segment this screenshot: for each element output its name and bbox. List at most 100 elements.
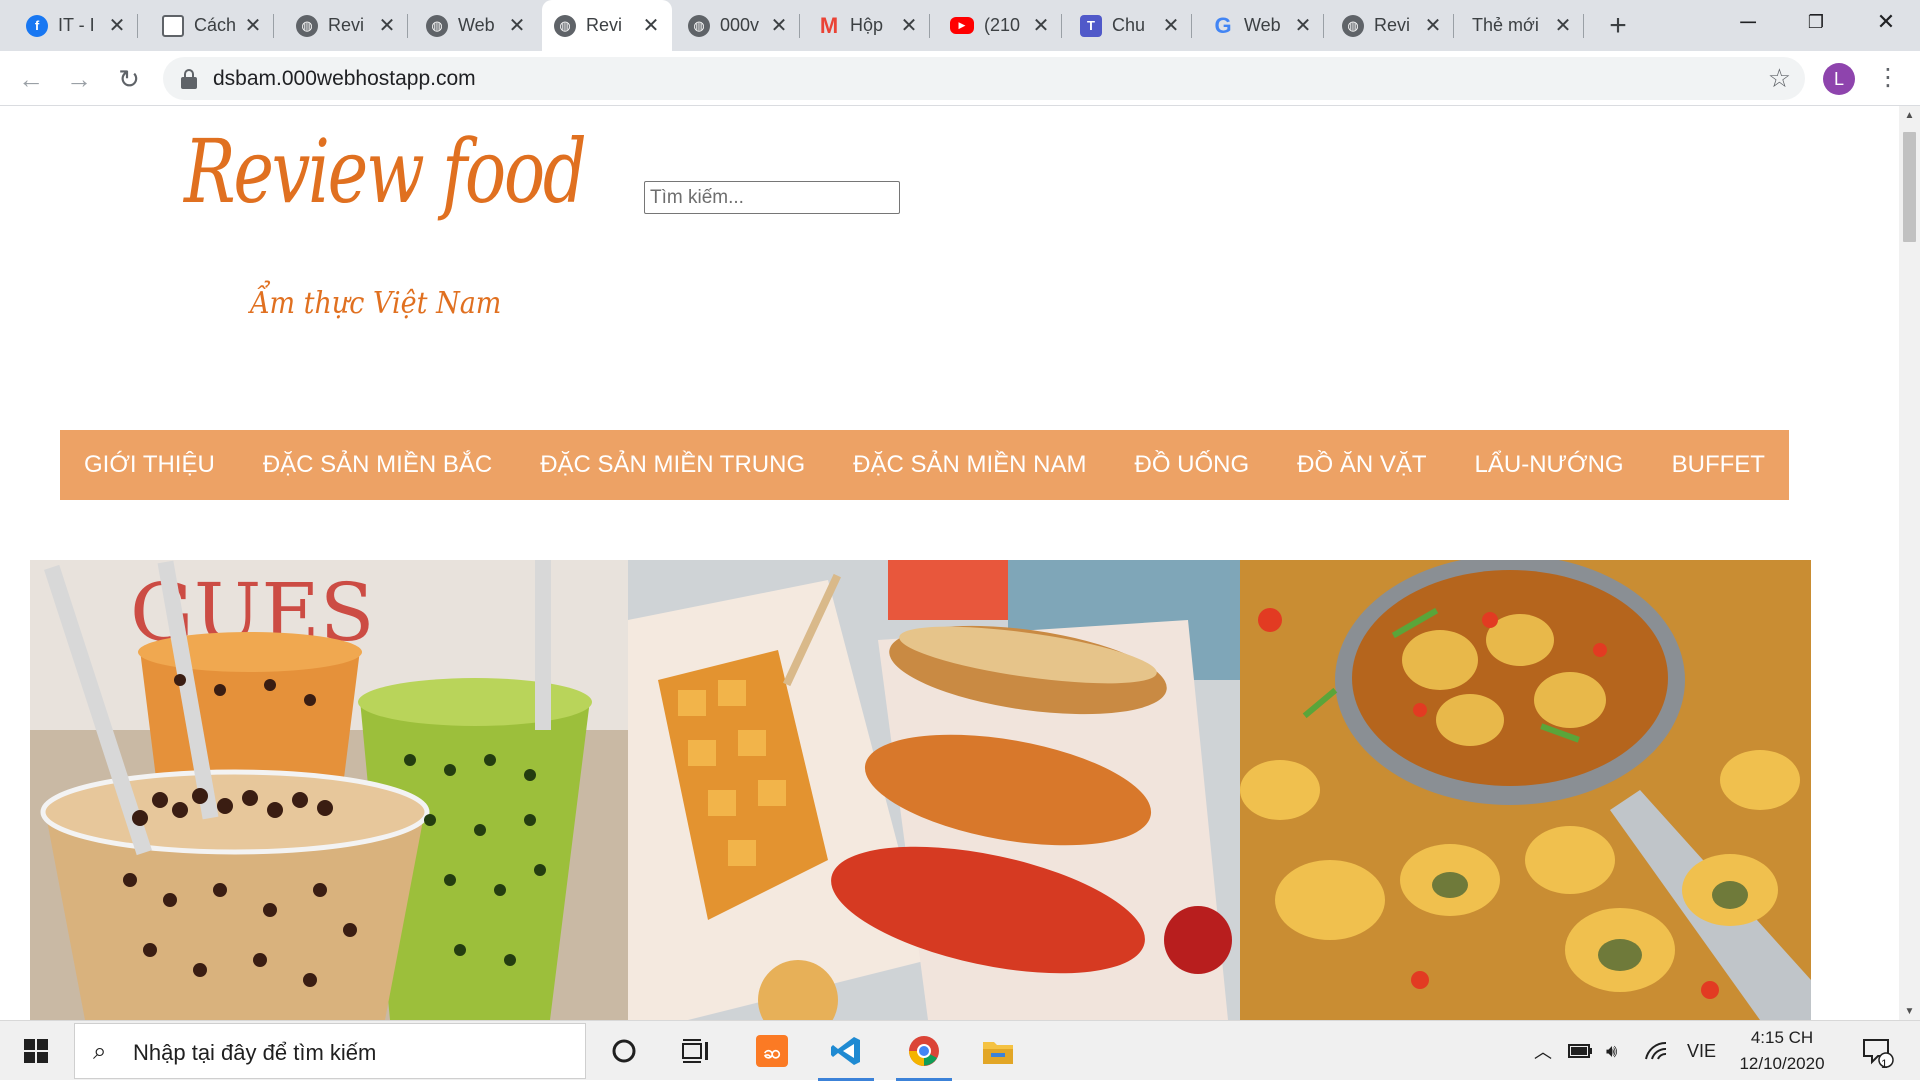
globe-icon: ◍ <box>1342 14 1364 37</box>
taskbar-search-box[interactable]: ⌕ Nhập tại đây để tìm kiếm <box>74 1023 586 1079</box>
close-icon[interactable]: ✕ <box>506 15 528 37</box>
minimize-button[interactable]: ─ <box>1720 0 1776 44</box>
tab-separator <box>1191 14 1192 38</box>
scroll-up-arrow-icon[interactable]: ▲ <box>1899 106 1920 124</box>
site-logo[interactable]: Review food <box>184 120 587 240</box>
tab-gmail[interactable]: M Hộp ✕ <box>806 0 930 51</box>
youtube-icon: ▶ <box>950 17 974 34</box>
xampp-icon[interactable]: ဆ <box>740 1027 804 1075</box>
bubble-tea-image: GUES <box>30 560 628 1020</box>
tab-separator <box>1323 14 1324 38</box>
battery-icon[interactable] <box>1568 1021 1592 1081</box>
task-view-icon[interactable] <box>664 1027 728 1075</box>
windows-start-button[interactable] <box>0 1021 72 1081</box>
close-icon[interactable]: ✕ <box>242 15 264 37</box>
globe-icon: ◍ <box>296 14 318 37</box>
browser-toolbar: ← → ↻ dsbam.000webhostapp.com ☆ L ⋮ <box>0 51 1920 106</box>
tab-title: Thẻ mới <box>1472 15 1539 35</box>
nav-item-buffet[interactable]: BUFFET <box>1672 451 1765 479</box>
profile-avatar[interactable]: L <box>1823 63 1855 95</box>
nav-item-lau-nuong[interactable]: LẨU-NƯỚNG <box>1475 451 1624 479</box>
tab-review-active[interactable]: ◍ Revi ✕ <box>542 0 672 51</box>
tab-new-tab[interactable]: Thẻ mới ✕ <box>1460 0 1584 51</box>
tab-facebook[interactable]: f IT - I ✕ <box>14 0 138 51</box>
action-center-icon[interactable]: 1 <box>1860 1021 1894 1081</box>
close-icon[interactable]: ✕ <box>898 15 920 37</box>
tab-000webhost[interactable]: ◍ 000v ✕ <box>676 0 800 51</box>
tab-title: Revi <box>1374 15 1411 35</box>
more-menu-icon[interactable]: ⋮ <box>1876 63 1900 92</box>
reload-button[interactable]: ↻ <box>110 60 148 98</box>
close-window-button[interactable]: ✕ <box>1858 0 1914 44</box>
back-button[interactable]: ← <box>12 60 50 98</box>
tab-title: Web <box>1244 15 1281 35</box>
tab-separator <box>407 14 408 38</box>
forward-button[interactable]: → <box>60 60 98 98</box>
new-tab-button[interactable]: + <box>1600 9 1636 42</box>
close-icon[interactable]: ✕ <box>1292 15 1314 37</box>
language-indicator[interactable]: VIE <box>1687 1021 1716 1081</box>
tab-title: (210 <box>984 15 1021 35</box>
google-icon: G <box>1214 12 1232 38</box>
tab-web-1[interactable]: ◍ Web ✕ <box>414 0 538 51</box>
search-input[interactable] <box>644 181 900 214</box>
close-icon[interactable]: ✕ <box>1422 15 1444 37</box>
snail-dish-image <box>1240 560 1811 1020</box>
cortana-icon[interactable] <box>592 1027 656 1075</box>
tab-title: Cách <box>194 15 237 35</box>
chrome-icon[interactable] <box>892 1027 956 1081</box>
scroll-down-arrow-icon[interactable]: ▼ <box>1899 1002 1920 1020</box>
tab-separator <box>1583 14 1584 38</box>
page-scrollbar[interactable]: ▲ ▼ <box>1899 106 1920 1020</box>
tab-separator <box>799 14 800 38</box>
close-icon[interactable]: ✕ <box>1552 15 1574 37</box>
nav-item-do-an-vat[interactable]: ĐỒ ĂN VẶT <box>1297 451 1426 479</box>
file-explorer-icon[interactable] <box>966 1027 1030 1075</box>
tab-title: 000v <box>720 15 760 35</box>
tab-separator <box>1453 14 1454 38</box>
nav-item-gioi-thieu[interactable]: GIỚI THIỆU <box>84 451 215 479</box>
close-icon[interactable]: ✕ <box>768 15 790 37</box>
globe-icon: ◍ <box>426 14 448 37</box>
globe-icon: ◍ <box>554 14 576 37</box>
lock-icon[interactable] <box>180 69 198 89</box>
system-clock[interactable]: 4:15 CH 12/10/2020 <box>1727 1025 1837 1077</box>
tab-separator <box>1061 14 1062 38</box>
corn-dog-image <box>628 560 1240 1020</box>
url-text[interactable]: dsbam.000webhostapp.com <box>213 67 476 91</box>
tray-overflow-chevron-icon[interactable]: ︿ <box>1534 1021 1552 1081</box>
nav-item-dac-san-mien-trung[interactable]: ĐẶC SẢN MIỀN TRUNG <box>540 451 805 479</box>
close-icon[interactable]: ✕ <box>376 15 398 37</box>
tab-document[interactable]: Cách ✕ <box>150 0 274 51</box>
tab-title: IT - I <box>58 15 95 35</box>
tab-teams[interactable]: T Chu ✕ <box>1068 0 1192 51</box>
taskbar: ⌕ Nhập tại đây để tìm kiếm ဆ ︿ 🔊︎ VIE 4:… <box>0 1020 1920 1081</box>
site-tagline: Ẩm thực Việt Nam <box>250 286 502 321</box>
tab-google[interactable]: G Web ✕ <box>1200 0 1324 51</box>
address-bar[interactable]: dsbam.000webhostapp.com ☆ <box>163 57 1805 100</box>
wifi-icon[interactable] <box>1644 1021 1668 1081</box>
volume-icon[interactable]: 🔊︎ <box>1606 1021 1617 1081</box>
nav-item-dac-san-mien-bac[interactable]: ĐẶC SẢN MIỀN BẮC <box>263 451 492 479</box>
svg-text:ဆ: ဆ <box>763 1042 780 1063</box>
facebook-icon: f <box>26 14 48 37</box>
close-icon[interactable]: ✕ <box>1030 15 1052 37</box>
tab-youtube[interactable]: ▶ (210 ✕ <box>938 0 1062 51</box>
restore-button[interactable]: ❐ <box>1788 0 1844 44</box>
close-icon[interactable]: ✕ <box>1160 15 1182 37</box>
scroll-thumb[interactable] <box>1903 132 1916 242</box>
page-viewport: Review food Ẩm thực Việt Nam GIỚI THIỆU … <box>0 106 1899 1020</box>
close-icon[interactable]: ✕ <box>640 15 662 37</box>
tab-review-1[interactable]: ◍ Revi ✕ <box>284 0 408 51</box>
vscode-icon[interactable] <box>814 1027 878 1081</box>
tab-review-2[interactable]: ◍ Revi ✕ <box>1330 0 1454 51</box>
clock-date: 12/10/2020 <box>1739 1054 1825 1073</box>
nav-item-dac-san-mien-nam[interactable]: ĐẶC SẢN MIỀN NAM <box>853 451 1086 479</box>
windows-logo-icon <box>24 1039 48 1063</box>
bookmark-star-icon[interactable]: ☆ <box>1768 63 1791 94</box>
tab-strip: f IT - I ✕ Cách ✕ ◍ Revi ✕ ◍ Web ✕ ◍ Rev… <box>0 0 1920 51</box>
close-icon[interactable]: ✕ <box>106 15 128 37</box>
teams-icon: T <box>1080 14 1102 37</box>
globe-icon: ◍ <box>688 14 710 37</box>
nav-item-do-uong[interactable]: ĐỒ UỐNG <box>1134 451 1249 479</box>
